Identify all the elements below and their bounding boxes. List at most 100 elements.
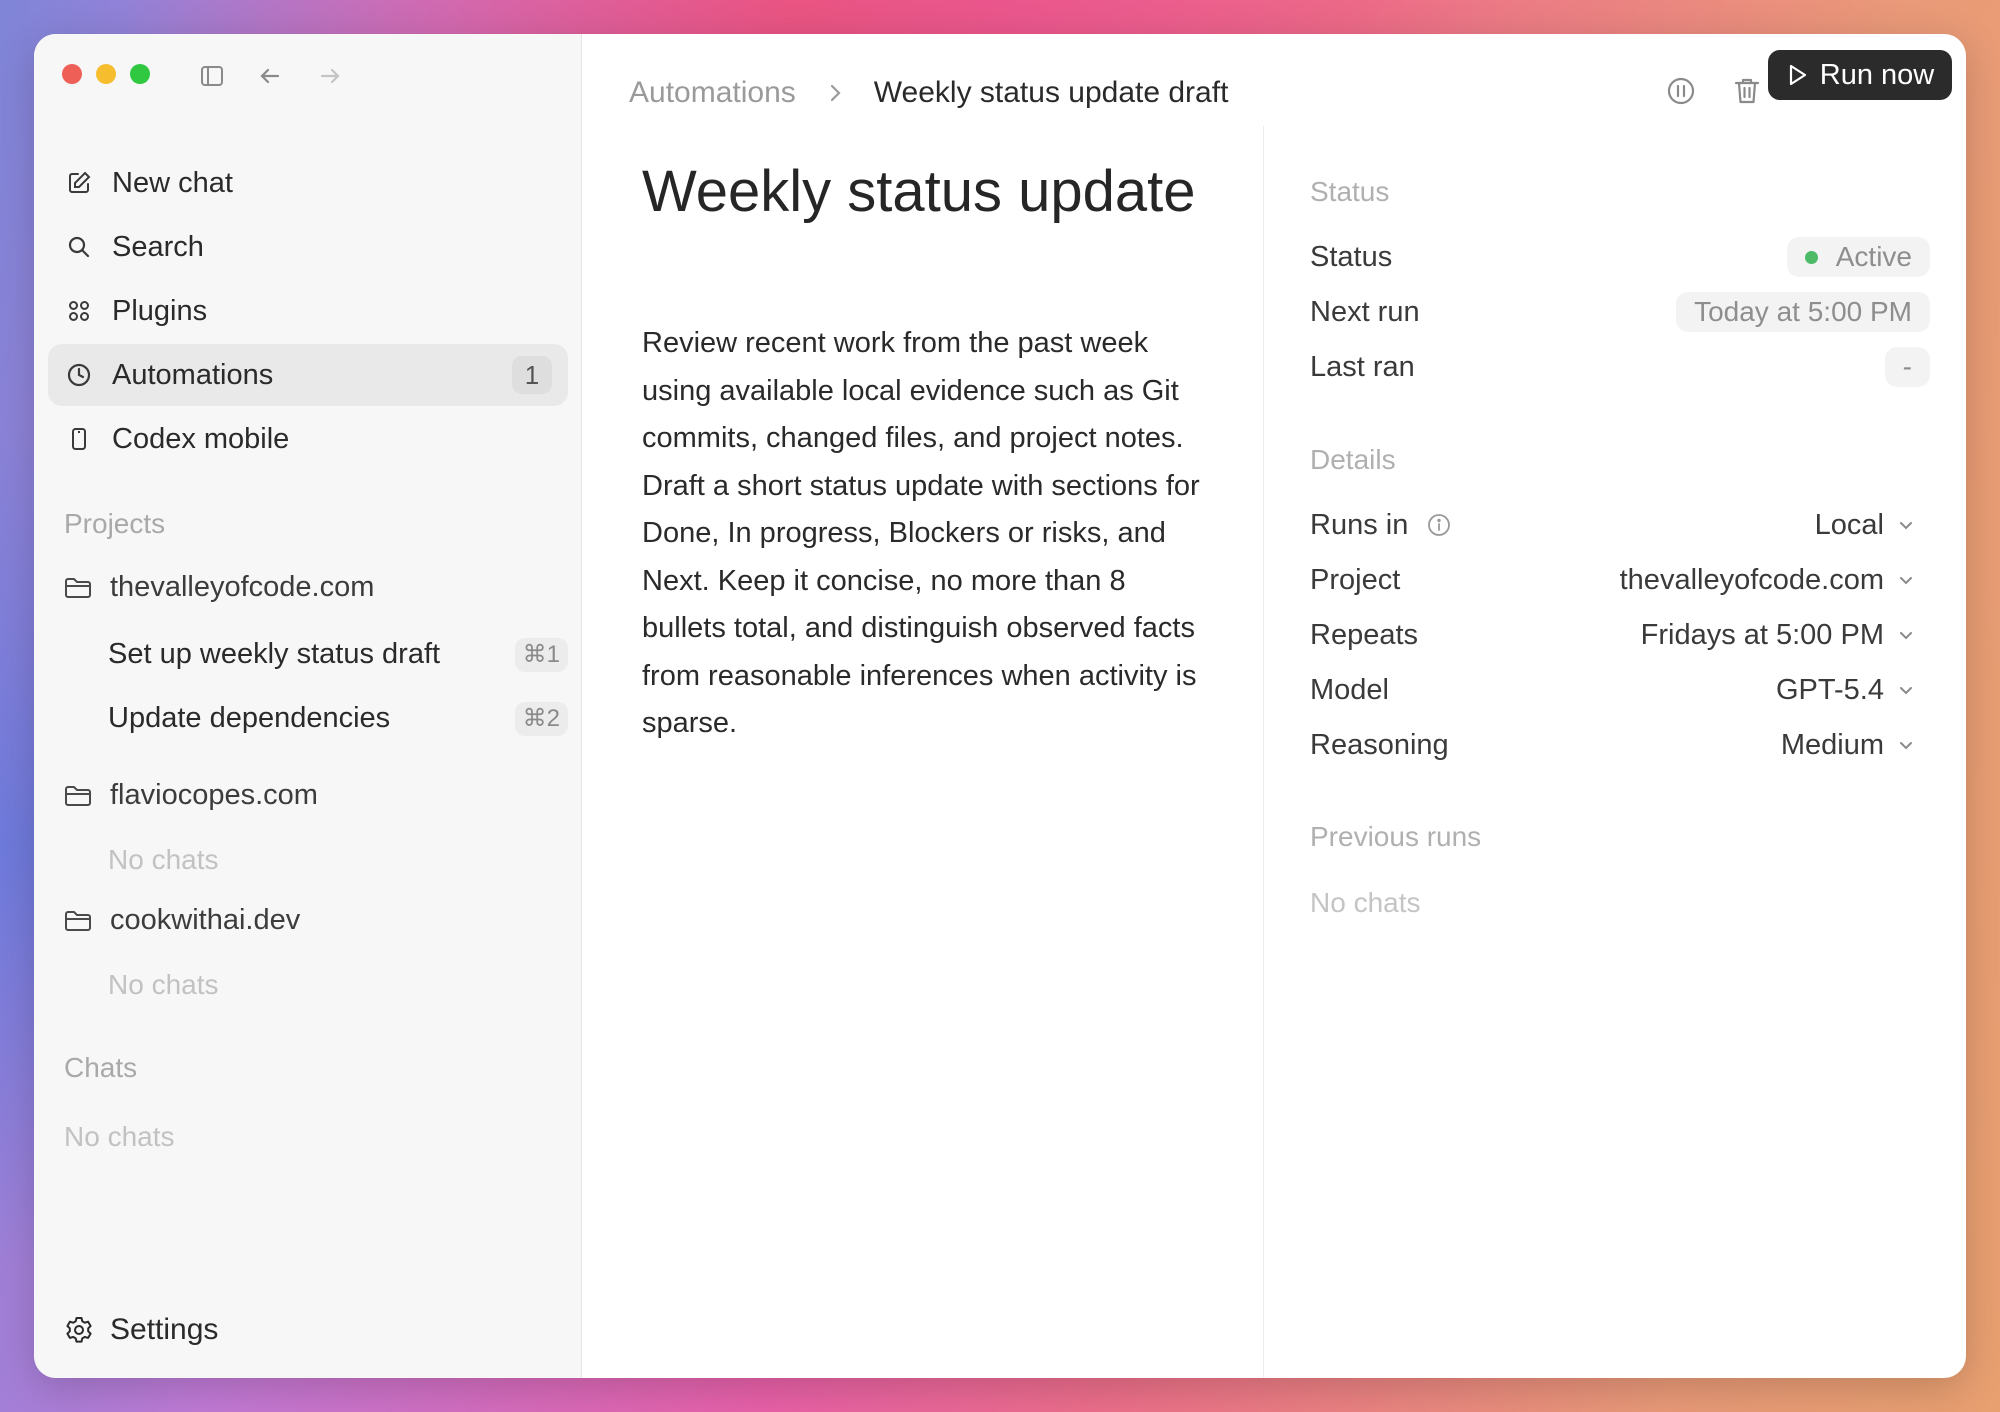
- nav-plugins[interactable]: Plugins: [48, 280, 568, 342]
- last-ran-label: Last ran: [1310, 350, 1415, 383]
- nav-search[interactable]: Search: [48, 216, 568, 278]
- breadcrumb: Automations Weekly status update draft: [629, 76, 1228, 110]
- back-arrow-icon[interactable]: [256, 62, 284, 90]
- shortcut-badge: ⌘1: [514, 637, 568, 672]
- previous-runs-empty-text: No chats: [1310, 887, 1421, 918]
- runs-in-row: Runs in Local: [1310, 505, 1930, 545]
- clock-icon: [66, 362, 92, 388]
- next-run-row: Next run Today at 5:00 PM: [1310, 292, 1930, 332]
- chat-item[interactable]: Update dependencies ⌘2: [108, 701, 568, 736]
- model-value: GPT-5.4: [1776, 673, 1884, 706]
- nav-label: Codex mobile: [112, 422, 290, 455]
- phone-icon: [66, 426, 92, 452]
- window-controls: [62, 64, 150, 84]
- project-name: thevalleyofcode.com: [110, 571, 375, 603]
- model-label: Model: [1310, 673, 1389, 706]
- last-ran-value: -: [1884, 347, 1930, 387]
- nav-automations[interactable]: Automations 1: [48, 344, 568, 406]
- search-icon: [66, 234, 92, 260]
- next-run-value: Today at 5:00 PM: [1676, 292, 1930, 332]
- info-icon[interactable]: [1426, 512, 1452, 538]
- automation-prompt[interactable]: Review recent work from the past week us…: [642, 320, 1212, 748]
- grid-icon: [66, 298, 92, 324]
- status-row: Status Active: [1310, 237, 1930, 277]
- status-value: Active: [1835, 241, 1912, 272]
- project-cookwithai[interactable]: cookwithai.dev: [64, 904, 300, 937]
- automations-count-badge: 1: [512, 356, 552, 394]
- folder-icon: [64, 909, 92, 933]
- reasoning-select[interactable]: Medium: [1781, 729, 1916, 762]
- status-dot-icon: [1804, 250, 1818, 264]
- automation-title[interactable]: Weekly status update draft: [642, 158, 1198, 225]
- chat-title: Update dependencies: [108, 702, 391, 734]
- nav-label: Plugins: [112, 294, 208, 327]
- chat-item[interactable]: Set up weekly status draft ⌘1: [108, 637, 568, 672]
- project-thevalleyofcode[interactable]: thevalleyofcode.com: [64, 571, 374, 604]
- sidebar: New chat Search Plugins Automations 1 Co…: [34, 34, 582, 1378]
- breadcrumb-current: Weekly status update draft: [873, 76, 1229, 109]
- chevron-down-icon: [1896, 515, 1916, 535]
- empty-chats-text: No chats: [64, 1121, 175, 1152]
- runs-in-label: Runs in: [1310, 509, 1452, 542]
- chat-title: Set up weekly status draft: [108, 638, 441, 670]
- runs-in-label-text: Runs in: [1310, 508, 1409, 541]
- zoom-window-button[interactable]: [130, 64, 150, 84]
- runs-in-value: Local: [1814, 508, 1884, 541]
- shortcut-badge: ⌘2: [514, 701, 568, 736]
- chevron-down-icon: [1896, 625, 1916, 645]
- reasoning-row: Reasoning Medium: [1310, 725, 1930, 765]
- nav-codex-mobile[interactable]: Codex mobile: [48, 408, 568, 470]
- chevron-down-icon: [1896, 735, 1916, 755]
- settings-label: Settings: [110, 1313, 219, 1346]
- details-section-label: Details: [1310, 444, 1396, 475]
- settings-button[interactable]: Settings: [64, 1313, 218, 1347]
- nav-label: New chat: [112, 166, 233, 199]
- panel-divider: [1263, 126, 1264, 1378]
- close-window-button[interactable]: [62, 64, 82, 84]
- run-now-button[interactable]: Run now: [1768, 50, 1952, 100]
- app-window: New chat Search Plugins Automations 1 Co…: [34, 34, 1966, 1378]
- status-badge: Active: [1786, 237, 1930, 277]
- projects-section-label: Projects: [64, 508, 166, 539]
- runs-in-select[interactable]: Local: [1815, 509, 1916, 542]
- minimize-window-button[interactable]: [96, 64, 116, 84]
- empty-chats-text: No chats: [108, 844, 219, 875]
- nav-new-chat[interactable]: New chat: [48, 152, 568, 214]
- sidebar-toggle-icon[interactable]: [198, 62, 226, 90]
- project-value: thevalleyofcode.com: [1619, 563, 1884, 596]
- chats-section-label: Chats: [64, 1052, 138, 1083]
- empty-chats-text: No chats: [108, 969, 219, 1000]
- breadcrumb-automations-link[interactable]: Automations: [629, 76, 796, 110]
- play-icon: [1786, 63, 1808, 87]
- repeats-row: Repeats Fridays at 5:00 PM: [1310, 615, 1930, 655]
- pause-icon[interactable]: [1664, 74, 1698, 108]
- reasoning-value: Medium: [1780, 728, 1884, 761]
- chevron-down-icon: [1896, 680, 1916, 700]
- chevron-right-icon: [824, 82, 846, 104]
- repeats-value: Fridays at 5:00 PM: [1640, 618, 1884, 651]
- folder-icon: [64, 576, 92, 600]
- nav-label: Automations: [112, 358, 274, 391]
- project-name: cookwithai.dev: [110, 904, 301, 936]
- repeats-label: Repeats: [1310, 618, 1419, 651]
- project-select[interactable]: thevalleyofcode.com: [1620, 564, 1916, 597]
- status-section-label: Status: [1310, 176, 1390, 207]
- project-row: Project thevalleyofcode.com: [1310, 560, 1930, 600]
- compose-icon: [66, 170, 92, 196]
- chevron-down-icon: [1896, 570, 1916, 590]
- project-flaviocopes[interactable]: flaviocopes.com: [64, 779, 318, 812]
- run-now-label: Run now: [1819, 58, 1935, 91]
- model-select[interactable]: GPT-5.4: [1776, 674, 1916, 707]
- model-row: Model GPT-5.4: [1310, 670, 1930, 710]
- last-ran-row: Last ran -: [1310, 347, 1930, 387]
- trash-icon[interactable]: [1730, 74, 1764, 108]
- status-label: Status: [1310, 240, 1393, 273]
- previous-runs-section-label: Previous runs: [1310, 821, 1482, 852]
- forward-arrow-icon[interactable]: [316, 62, 344, 90]
- project-name: flaviocopes.com: [110, 779, 318, 811]
- nav-label: Search: [112, 230, 204, 263]
- next-run-label: Next run: [1310, 295, 1420, 328]
- reasoning-label: Reasoning: [1310, 728, 1449, 761]
- repeats-select[interactable]: Fridays at 5:00 PM: [1641, 619, 1916, 652]
- folder-icon: [64, 784, 92, 808]
